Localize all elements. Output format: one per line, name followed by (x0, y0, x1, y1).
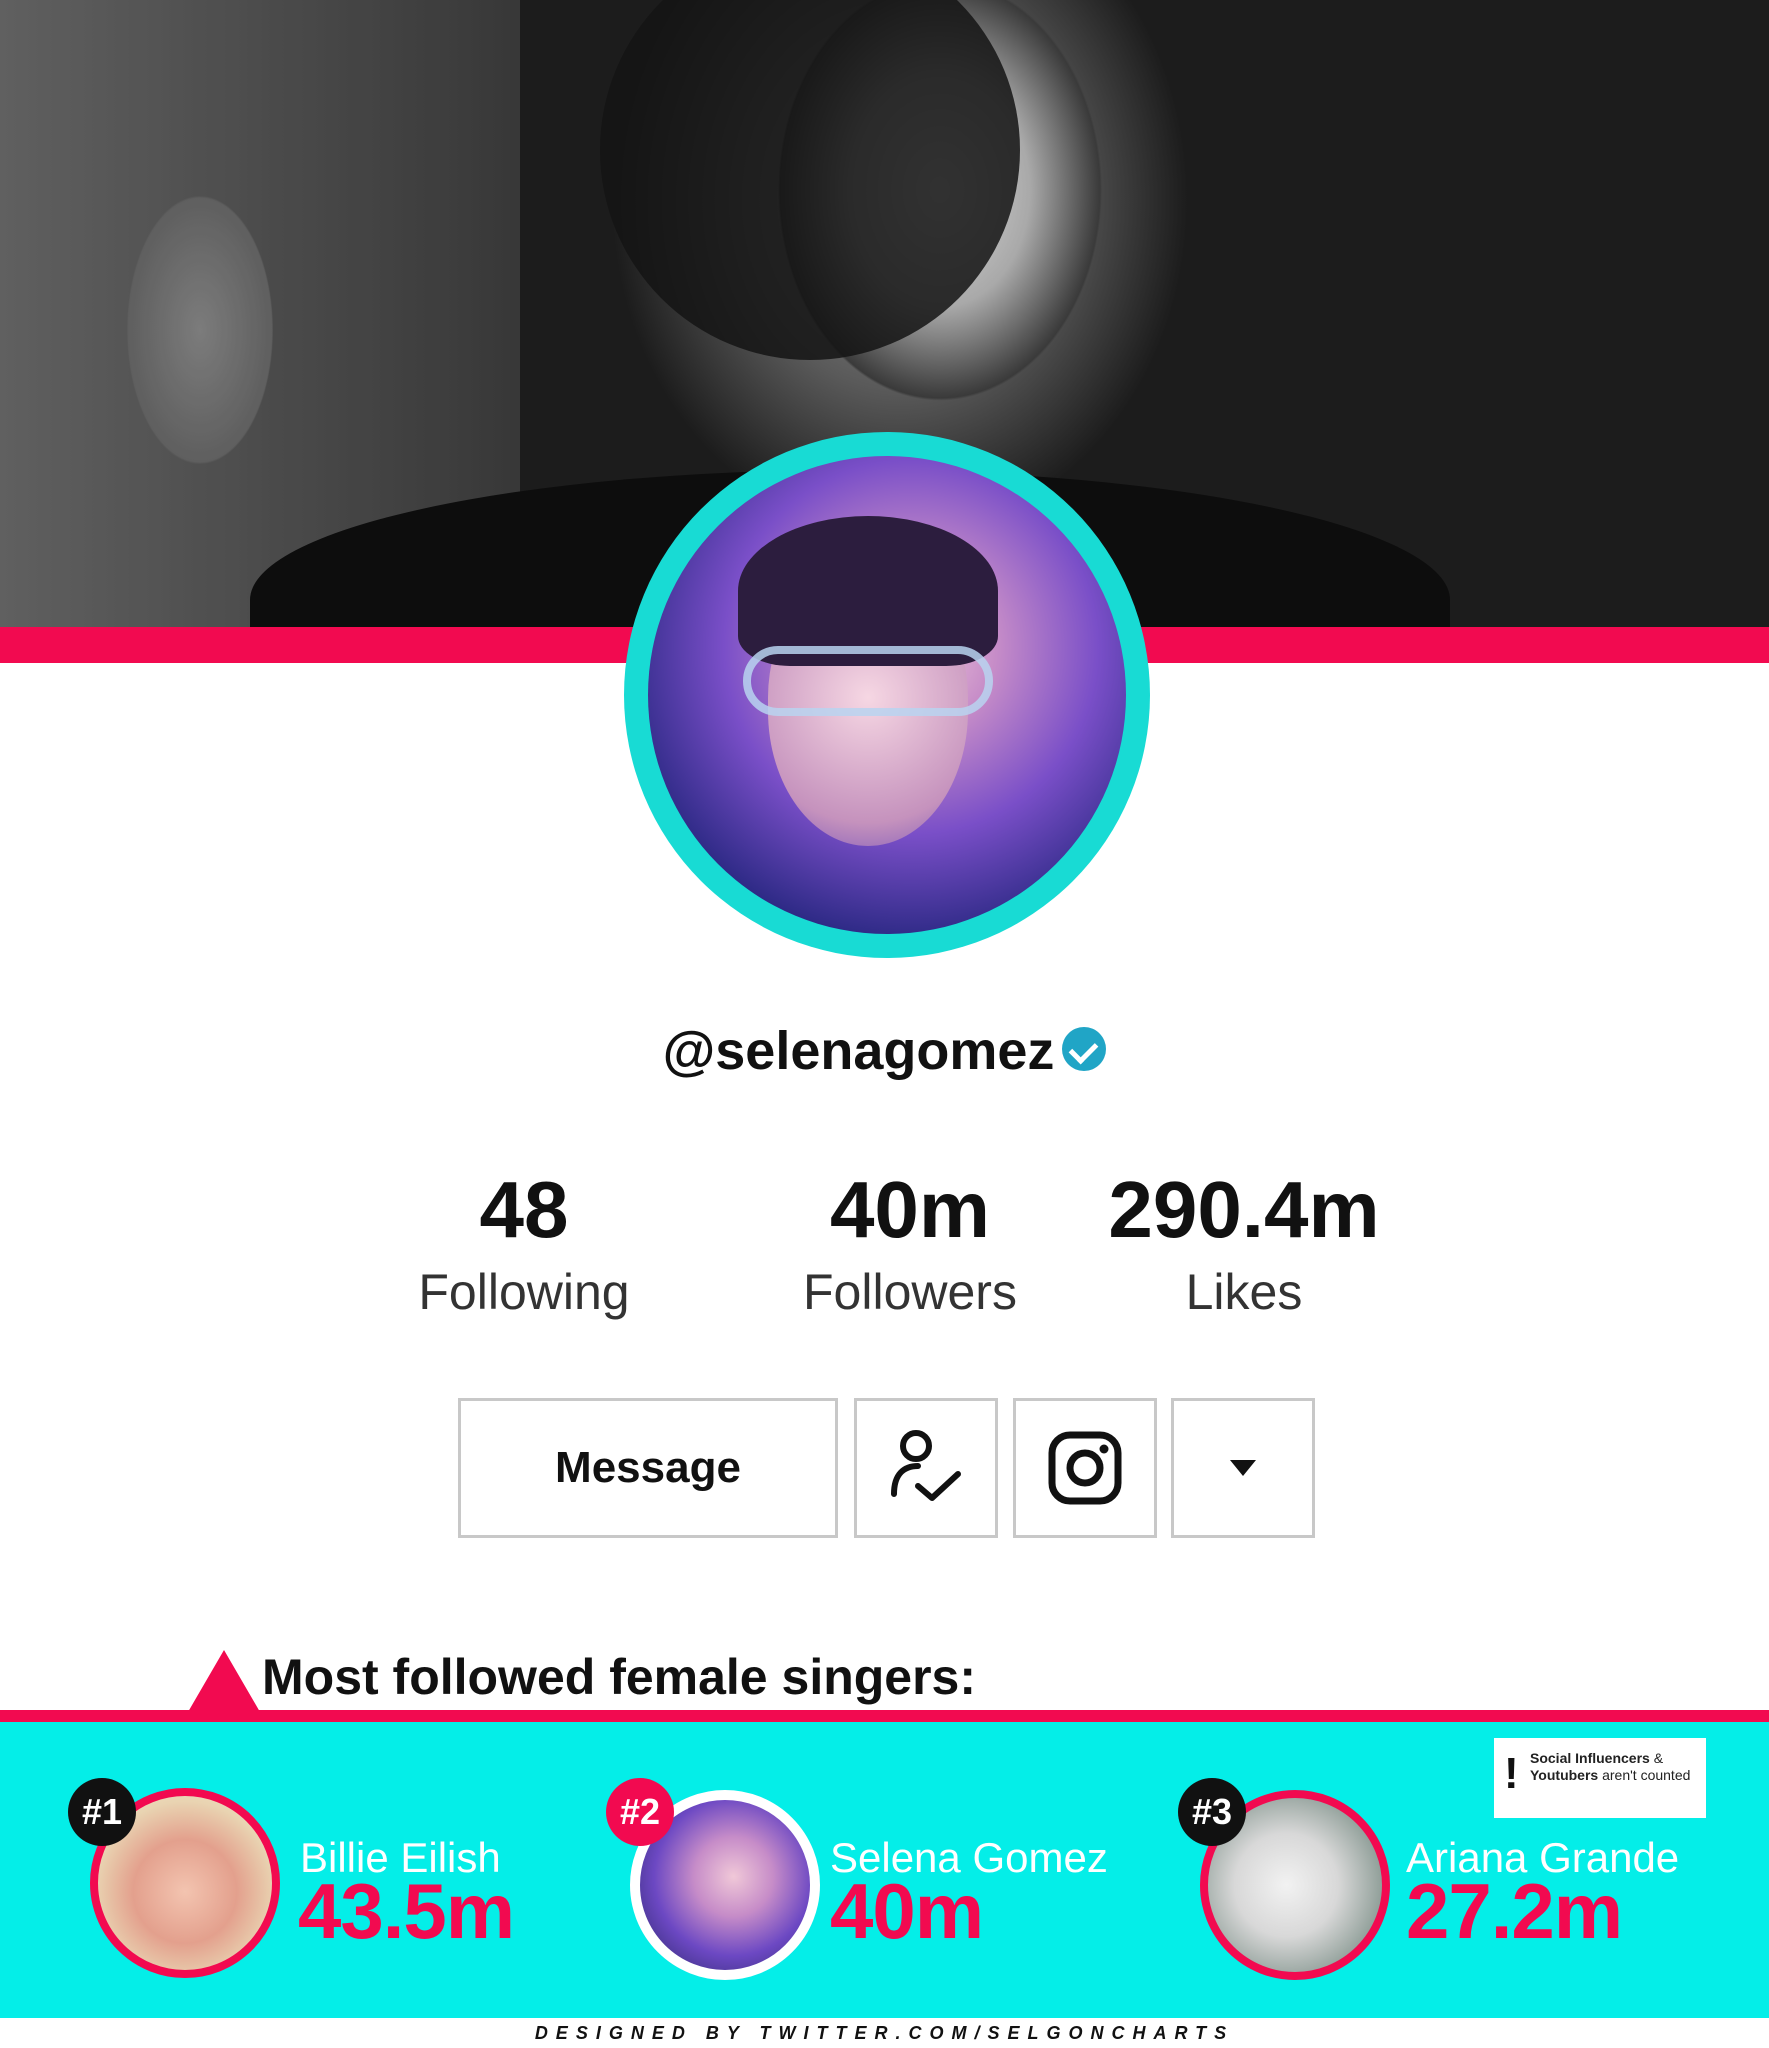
caret-down-icon (1230, 1460, 1256, 1476)
avatar-glasses (743, 646, 993, 716)
note-text-2: & (1649, 1750, 1664, 1766)
stat-value: 290.4m (1108, 1165, 1380, 1254)
rank-1-badge: #1 (68, 1778, 136, 1846)
stat-label: Followers (803, 1264, 1017, 1320)
note-text-4: aren't counted (1598, 1767, 1691, 1783)
rank-2-badge: #2 (606, 1778, 674, 1846)
stat-likes[interactable]: 290.4m Likes (1074, 1160, 1414, 1324)
stat-label: Likes (1185, 1264, 1303, 1320)
verified-badge-icon (1062, 1026, 1107, 1071)
rank-2-followers: 40m (830, 1867, 984, 1955)
section-title: Most followed female singers: (262, 1649, 977, 1705)
exclamation-icon: ! (1504, 1749, 1519, 1798)
section-marker-triangle (188, 1650, 260, 1712)
stat-following[interactable]: 48 Following (354, 1160, 694, 1324)
note-bold-3: Youtubers (1530, 1767, 1599, 1783)
stat-value: 48 (479, 1165, 569, 1254)
instagram-button[interactable] (1013, 1398, 1157, 1538)
rank-3-followers: 27.2m (1406, 1867, 1623, 1955)
stat-label: Following (418, 1264, 630, 1320)
designer-credits: DESIGNED BY TWITTER.COM/SELGONCHARTS (534, 2023, 1235, 2043)
stat-value: 40m (829, 1165, 991, 1254)
note-bold-1: Social Influencers (1530, 1750, 1650, 1766)
message-button[interactable]: Message (458, 1398, 838, 1538)
following-status-button[interactable] (854, 1398, 998, 1538)
instagram-icon (1048, 1431, 1122, 1505)
stat-followers[interactable]: 40m Followers (740, 1160, 1080, 1324)
rank-3-badge: #3 (1178, 1778, 1246, 1846)
avatar-photo (648, 456, 1126, 934)
rank-1-followers: 43.5m (298, 1867, 515, 1955)
username: @selenagomez (662, 1021, 1055, 1081)
avatar-bangs (738, 516, 998, 666)
username-row: @selenagomez (0, 1020, 1769, 1082)
user-check-icon (891, 1430, 961, 1501)
profile-avatar[interactable] (624, 432, 1150, 958)
disclaimer-note: ! Social Influencers & Youtubers aren't … (1494, 1738, 1706, 1818)
more-options-button[interactable] (1171, 1398, 1315, 1538)
